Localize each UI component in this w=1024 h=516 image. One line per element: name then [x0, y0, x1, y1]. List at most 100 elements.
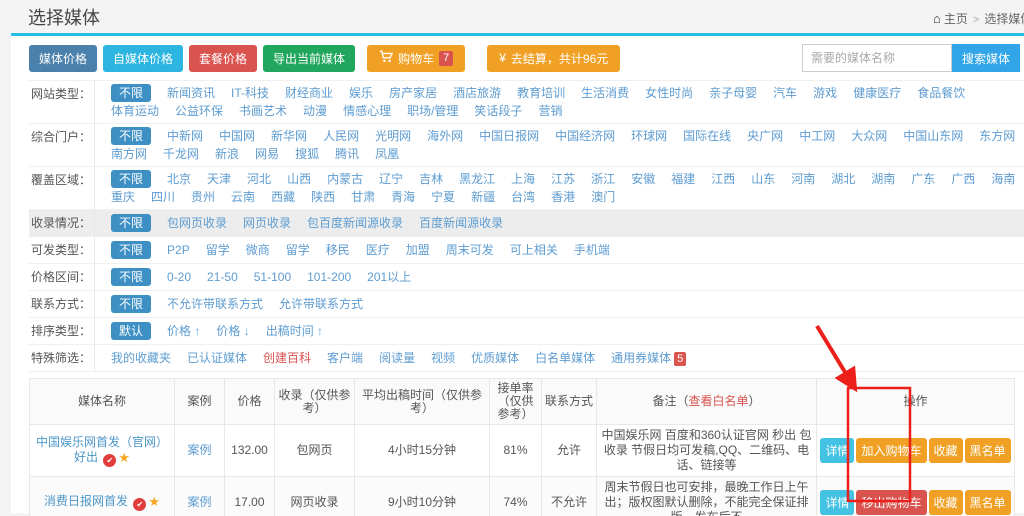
filter-option[interactable]: 中国日报网	[479, 127, 539, 145]
media-price-button[interactable]: 媒体价格	[29, 45, 97, 72]
filter-option[interactable]: 教育培训	[517, 84, 565, 102]
filter-option[interactable]: 海南	[991, 170, 1015, 188]
filter-option[interactable]: 公益环保	[175, 102, 223, 120]
filter-option[interactable]: 天津	[207, 170, 231, 188]
filter-option[interactable]: 客户端	[327, 349, 363, 367]
filter-option[interactable]: 女性时尚	[645, 84, 693, 102]
filter-option[interactable]: 广西	[951, 170, 975, 188]
filter-option[interactable]: 辽宁	[379, 170, 403, 188]
filter-option[interactable]: 周末可发	[446, 241, 494, 259]
filter-option[interactable]: 南方网	[111, 145, 147, 163]
filter-option[interactable]: 默认	[111, 322, 151, 340]
blacklist-button[interactable]: 黑名单	[965, 438, 1011, 463]
filter-option[interactable]: 甘肃	[351, 188, 375, 206]
checkout-button[interactable]: ¥ 去结算，共计96元	[487, 45, 620, 72]
filter-option[interactable]: 职场/管理	[407, 102, 458, 120]
filter-option[interactable]: 中国山东网	[903, 127, 963, 145]
case-link[interactable]: 案例	[187, 443, 211, 457]
filter-option[interactable]: 人民网	[323, 127, 359, 145]
filter-option[interactable]: 湖南	[871, 170, 895, 188]
filter-option[interactable]: 凤凰	[375, 145, 399, 163]
filter-option[interactable]: 包网页收录	[167, 214, 227, 232]
filter-option[interactable]: 出稿时间 ↑	[266, 322, 323, 340]
favorite-button[interactable]: 收藏	[929, 490, 963, 515]
filter-option[interactable]: 视频	[431, 349, 455, 367]
filter-option[interactable]: 黑龙江	[459, 170, 495, 188]
filter-option[interactable]: 网易	[255, 145, 279, 163]
filter-option[interactable]: 房产家居	[389, 84, 437, 102]
filter-option[interactable]: 中新网	[167, 127, 203, 145]
filter-option[interactable]: 山西	[287, 170, 311, 188]
filter-option[interactable]: 汽车	[773, 84, 797, 102]
filter-option[interactable]: 留学	[206, 241, 230, 259]
filter-option[interactable]: 千龙网	[163, 145, 199, 163]
filter-option[interactable]: 台湾	[511, 188, 535, 206]
filter-option[interactable]: 福建	[671, 170, 695, 188]
filter-option[interactable]: 通用券媒体5	[611, 349, 686, 367]
filter-option[interactable]: 内蒙古	[327, 170, 363, 188]
filter-option[interactable]: 包百度新闻源收录	[307, 214, 403, 232]
self-media-price-button[interactable]: 自媒体价格	[103, 45, 183, 72]
filter-option[interactable]: 腾讯	[335, 145, 359, 163]
package-price-button[interactable]: 套餐价格	[189, 45, 257, 72]
filter-option[interactable]: 不限	[111, 214, 151, 232]
filter-option[interactable]: 不允许带联系方式	[167, 295, 263, 313]
filter-option[interactable]: 江西	[711, 170, 735, 188]
filter-option[interactable]: 中工网	[799, 127, 835, 145]
filter-option[interactable]: 新浪	[215, 145, 239, 163]
filter-option[interactable]: 价格 ↑	[167, 322, 200, 340]
filter-option[interactable]: 不限	[111, 127, 151, 145]
filter-option[interactable]: 留学	[286, 241, 310, 259]
filter-option[interactable]: 情感心理	[343, 102, 391, 120]
filter-option[interactable]: 浙江	[591, 170, 615, 188]
filter-option[interactable]: 不限	[111, 268, 151, 286]
filter-option[interactable]: 可上相关	[510, 241, 558, 259]
filter-option[interactable]: 央广网	[747, 127, 783, 145]
whitelist-link[interactable]: 查看白名单	[688, 394, 748, 408]
filter-option[interactable]: 百度新闻源收录	[419, 214, 503, 232]
filter-option[interactable]: 大众网	[851, 127, 887, 145]
filter-option[interactable]: 营销	[538, 102, 562, 120]
filter-option[interactable]: 酒店旅游	[453, 84, 501, 102]
filter-option[interactable]: 允许带联系方式	[279, 295, 363, 313]
filter-option[interactable]: 亲子母婴	[709, 84, 757, 102]
filter-option[interactable]: 湖北	[831, 170, 855, 188]
filter-option[interactable]: 网页收录	[243, 214, 291, 232]
filter-option[interactable]: 搜狐	[295, 145, 319, 163]
filter-option[interactable]: 101-200	[307, 268, 351, 286]
filter-option[interactable]: 上海	[511, 170, 535, 188]
filter-option[interactable]: 澳门	[591, 188, 615, 206]
filter-option[interactable]: 财经商业	[285, 84, 333, 102]
filter-option[interactable]: 201以上	[367, 268, 411, 286]
filter-option[interactable]: 动漫	[303, 102, 327, 120]
filter-option[interactable]: 宁夏	[431, 188, 455, 206]
filter-option[interactable]: 陕西	[311, 188, 335, 206]
filter-option[interactable]: 移民	[326, 241, 350, 259]
filter-option[interactable]: 西藏	[271, 188, 295, 206]
filter-option[interactable]: 食品餐饮	[917, 84, 965, 102]
filter-option[interactable]: 0-20	[167, 268, 191, 286]
filter-option[interactable]: 医疗	[366, 241, 390, 259]
filter-option[interactable]: 新疆	[471, 188, 495, 206]
detail-button[interactable]: 详情	[820, 438, 854, 463]
case-link[interactable]: 案例	[187, 495, 211, 509]
cart-action-button[interactable]: 加入购物车	[856, 438, 926, 463]
filter-option[interactable]: 安徽	[631, 170, 655, 188]
filter-option[interactable]: 河北	[247, 170, 271, 188]
filter-option[interactable]: 新闻资讯	[167, 84, 215, 102]
filter-option[interactable]: 加盟	[406, 241, 430, 259]
detail-button[interactable]: 详情	[820, 490, 854, 515]
filter-option[interactable]: 北京	[167, 170, 191, 188]
filter-option[interactable]: 创建百科	[263, 349, 311, 367]
search-button[interactable]: 搜索媒体	[952, 44, 1020, 72]
media-name-link[interactable]: 消费日报网首发	[44, 494, 128, 508]
filter-option[interactable]: 吉林	[419, 170, 443, 188]
filter-option[interactable]: 已认证媒体	[187, 349, 247, 367]
filter-option[interactable]: 贵州	[191, 188, 215, 206]
filter-option[interactable]: 重庆	[111, 188, 135, 206]
filter-option[interactable]: 21-50	[207, 268, 238, 286]
filter-option[interactable]: 优质媒体	[471, 349, 519, 367]
filter-option[interactable]: 山东	[751, 170, 775, 188]
filter-option[interactable]: 健康医疗	[853, 84, 901, 102]
filter-option[interactable]: 中国经济网	[555, 127, 615, 145]
